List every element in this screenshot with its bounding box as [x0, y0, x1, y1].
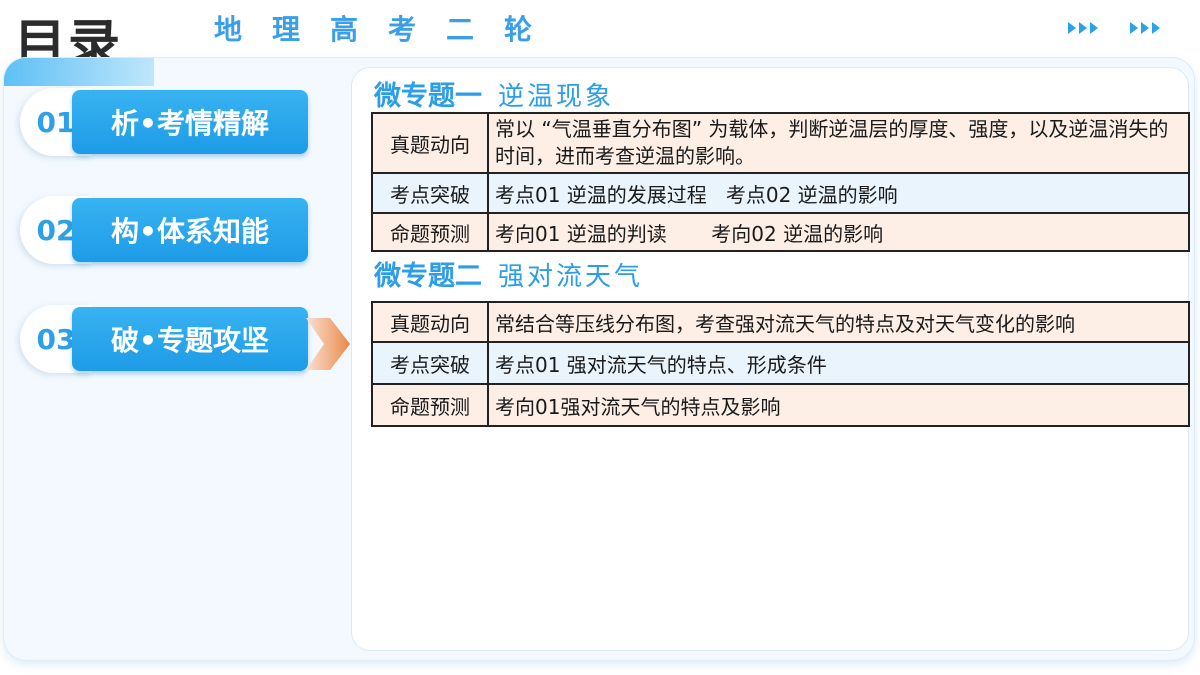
- arrow-icon: [1068, 22, 1076, 34]
- arrow-icon: [1152, 22, 1160, 34]
- section-topic: 逆温现象: [498, 82, 615, 112]
- row-key: 真题动向: [371, 112, 489, 174]
- table-row: 考点突破 考点01 强对流天气的特点、形成条件: [371, 341, 1190, 385]
- section-heading-1: 微专题一 逆温现象: [374, 74, 614, 113]
- row-value: 常以 “气温垂直分布图” 为载体，判断逆温层的厚度、强度，以及逆温消失的时间，进…: [487, 112, 1190, 174]
- row-key: 真题动向: [371, 301, 489, 343]
- topic-table-2: 真题动向 常结合等压线分布图，考查强对流天气的特点及对天气变化的影响 考点突破 …: [371, 301, 1190, 427]
- nav-item-3[interactable]: 03 破•专题攻坚: [20, 305, 320, 375]
- row-value: 考点01 逆温的发展过程 考点02 逆温的影响: [487, 172, 1190, 214]
- section-heading-2: 微专题二 强对流天气: [374, 254, 643, 293]
- row-value: 考向01 逆温的判读 考向02 逆温的影响: [487, 212, 1190, 252]
- nav-label[interactable]: 析•考情精解: [72, 90, 308, 154]
- row-key: 考点突破: [371, 172, 489, 214]
- table-row: 命题预测 考向01强对流天气的特点及影响: [371, 383, 1190, 427]
- arrow-icon: [1090, 22, 1098, 34]
- section-topic: 强对流天气: [498, 262, 644, 292]
- decor-arrows-right: [1130, 22, 1160, 42]
- row-key: 命题预测: [371, 212, 489, 252]
- row-key: 命题预测: [371, 383, 489, 427]
- nav-item-2[interactable]: 02 构•体系知能: [20, 196, 320, 266]
- topic-table-1: 真题动向 常以 “气温垂直分布图” 为载体，判断逆温层的厚度、强度，以及逆温消失…: [371, 112, 1190, 252]
- row-value: 考向01强对流天气的特点及影响: [487, 383, 1190, 427]
- arrow-icon: [1130, 22, 1138, 34]
- table-row: 真题动向 常结合等压线分布图，考查强对流天气的特点及对天气变化的影响: [371, 301, 1190, 343]
- row-value: 常结合等压线分布图，考查强对流天气的特点及对天气变化的影响: [487, 301, 1190, 343]
- nav-label[interactable]: 构•体系知能: [72, 198, 308, 262]
- table-row: 命题预测 考向01 逆温的判读 考向02 逆温的影响: [371, 212, 1190, 252]
- arrow-icon: [1079, 22, 1087, 34]
- course-subtitle: 地理高考二轮: [214, 13, 563, 46]
- table-row: 考点突破 考点01 逆温的发展过程 考点02 逆温的影响: [371, 172, 1190, 214]
- section-number: 微专题一: [374, 81, 482, 112]
- arrow-icon: [1141, 22, 1149, 34]
- section-number: 微专题二: [374, 261, 482, 292]
- row-value: 考点01 强对流天气的特点、形成条件: [487, 341, 1190, 385]
- active-pointer-icon: [306, 318, 350, 370]
- row-key: 考点突破: [371, 341, 489, 385]
- table-row: 真题动向 常以 “气温垂直分布图” 为载体，判断逆温层的厚度、强度，以及逆温消失…: [371, 112, 1190, 174]
- nav-item-1[interactable]: 01 析•考情精解: [20, 88, 320, 158]
- nav-label[interactable]: 破•专题攻坚: [72, 307, 308, 371]
- decor-arrows-left: [1068, 22, 1098, 42]
